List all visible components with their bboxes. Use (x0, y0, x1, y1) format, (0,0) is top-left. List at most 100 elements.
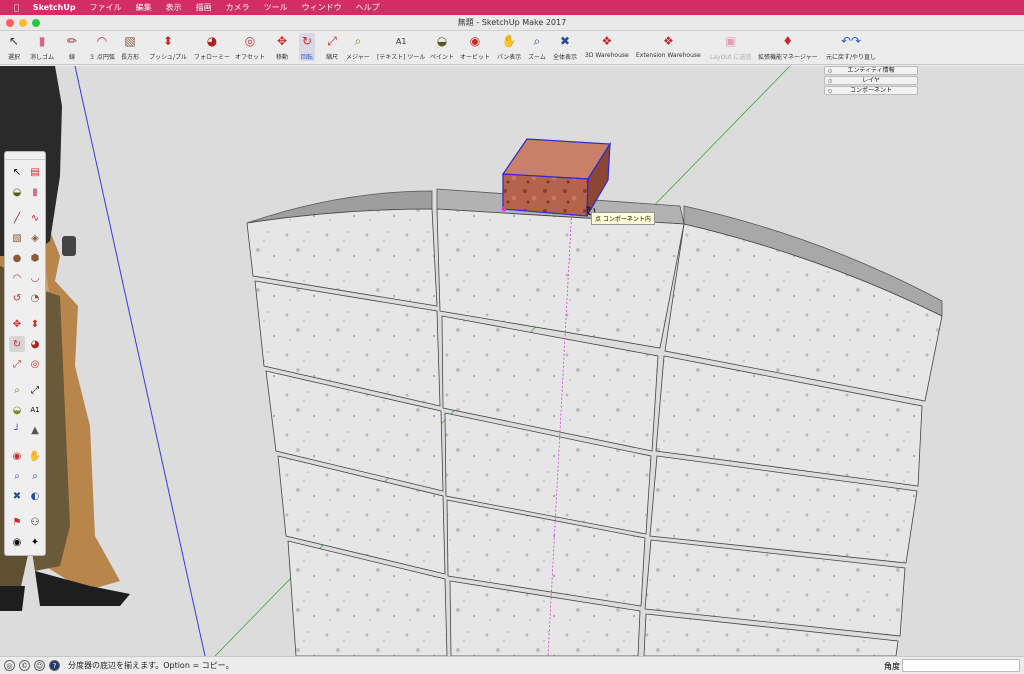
palette-zoom-window-icon[interactable]: ⌕ (27, 468, 43, 484)
palette-polygon-icon[interactable]: ⬢ (27, 250, 43, 266)
follow-me-icon: ◕ (206, 34, 218, 48)
toolbar-tape-measure[interactable]: ⌕ メジャー (346, 33, 370, 62)
credits-icon[interactable]: © (19, 660, 30, 671)
toolbar-zoom[interactable]: ⌕ ズーム (528, 33, 546, 62)
palette-offset-icon[interactable]: ◎ (27, 356, 43, 372)
close-window-button[interactable] (6, 19, 14, 27)
palette-3pt-arc-icon[interactable]: ↺ (9, 290, 25, 306)
toolbar-zoom-extents[interactable]: ✖ 全体表示 (553, 33, 577, 61)
palette-rectangle-icon[interactable]: ▧ (9, 230, 25, 246)
toolbar-layout-send[interactable]: ▣ LayOut に送信 (710, 33, 751, 61)
toolbar-push-pull[interactable]: ⬍ プッシュ/プル (149, 33, 187, 61)
toolbar-scale[interactable]: ⤢ 縮尺 (324, 33, 340, 62)
main-toolbar: ↖ 選択 ▮ 消しゴム ✏ 線 ◠ ３ 点円弧 ▧ 長方形 ⬍ プッシュ/プル ◕ フォローミ… (0, 31, 1024, 65)
zoom-window-button[interactable] (32, 19, 40, 27)
toolbar-extension-manager[interactable]: ♦ 拡張機能マネージャー (758, 33, 818, 61)
menu-app-name[interactable]: SketchUp (33, 3, 76, 12)
menu-window[interactable]: ウィンドウ (302, 2, 342, 13)
menu-draw[interactable]: 描画 (196, 2, 212, 13)
menu-help[interactable]: ヘルプ (356, 2, 380, 13)
scene-canvas[interactable]: ↻ (0, 66, 1024, 656)
palette-tape-measure-icon[interactable]: ⌕ (9, 382, 25, 398)
palette-paint-icon[interactable]: ◒ (9, 184, 25, 200)
rotate-icon: ↻ (301, 34, 313, 48)
account-icon[interactable]: ☺ (34, 660, 45, 671)
palette-look-around-icon[interactable]: ◉ (9, 534, 25, 550)
palette-pie-icon[interactable]: ◔ (27, 290, 43, 306)
arc-icon: ◠ (96, 34, 108, 48)
palette-orbit-icon[interactable]: ◉ (9, 448, 25, 464)
palette-rotate-icon[interactable]: ↻ (9, 336, 25, 352)
palette-freehand-icon[interactable]: ∿ (27, 210, 43, 226)
text-tool-icon: A1 (395, 36, 407, 46)
palette-line-icon[interactable]: ╱ (9, 210, 25, 226)
palette-zoom-extents-icon[interactable]: ✖ (9, 488, 25, 504)
palette-2pt-arc-icon[interactable]: ◡ (27, 270, 43, 286)
tray-entity-info[interactable]: エンティティ情報 (824, 66, 918, 75)
model-viewport[interactable]: ↻ 点 コンポーネント内 エンティティ情報 レイヤ コンポーネント ↖ ▤ ◒ … (0, 66, 1024, 656)
palette-scale-icon[interactable]: ⤢ (9, 356, 25, 372)
toolbar-follow-me[interactable]: ◕ フォローミー (194, 33, 230, 61)
palette-follow-me-icon[interactable]: ◕ (27, 336, 43, 352)
palette-handle[interactable] (5, 152, 45, 160)
tape-measure-icon: ⌕ (354, 33, 362, 48)
default-tray: エンティティ情報 レイヤ コンポーネント (824, 66, 918, 96)
toolbar-rotate[interactable]: ↻ 回転 (299, 33, 315, 61)
layout-send-icon: ▣ (725, 34, 737, 48)
menu-file[interactable]: ファイル (90, 2, 122, 13)
toolbar-pan[interactable]: ✋ パン表示 (497, 33, 521, 61)
toolbar-eraser[interactable]: ▮ 消しゴム (30, 33, 54, 61)
apple-menu-icon[interactable]:  (14, 3, 19, 12)
palette-move-icon[interactable]: ✥ (9, 316, 25, 332)
palette-push-pull-icon[interactable]: ⬍ (27, 316, 43, 332)
palette-select-icon[interactable]: ↖ (9, 164, 25, 180)
palette-position-camera-icon[interactable]: ⚑ (9, 514, 25, 530)
palette-pan-icon[interactable]: ✋ (27, 448, 43, 464)
toolbar-arc[interactable]: ◠ ３ 点円弧 (89, 33, 115, 61)
toolbar-orbit[interactable]: ◉ オービット (460, 33, 490, 61)
menu-edit[interactable]: 編集 (136, 2, 152, 13)
palette-eraser-icon[interactable]: ▮ (27, 184, 43, 200)
zoom-extents-icon: ✖ (559, 34, 571, 48)
measurements-box[interactable] (902, 659, 1020, 672)
toolbar-offset[interactable]: ◎ オフセット (235, 33, 265, 61)
undo-redo-icon: ↶↷ (840, 34, 862, 48)
palette-arc-icon[interactable]: ◠ (9, 270, 25, 286)
palette-zoom-icon[interactable]: ⌕ (9, 468, 25, 484)
orbit-icon: ◉ (469, 34, 481, 48)
toolbar-3d-warehouse[interactable]: ❖ 3D Warehouse (585, 33, 629, 59)
palette-circle-icon[interactable]: ● (9, 250, 25, 266)
toolbar-line[interactable]: ✏ 線 (64, 33, 80, 61)
palette-component-icon[interactable]: ▤ (27, 164, 43, 180)
minimize-window-button[interactable] (19, 19, 27, 27)
menu-camera[interactable]: カメラ (226, 2, 250, 13)
toolbar-select[interactable]: ↖ 選択 (6, 33, 22, 61)
palette-previous-view-icon[interactable]: ◐ (27, 488, 43, 504)
toolbar-undo-redo[interactable]: ↶↷ 元に戻す/やり直し (826, 33, 876, 61)
palette-dimension-icon[interactable]: ⤢ (27, 382, 43, 398)
palette-axes-icon[interactable]: ┘ (9, 422, 25, 438)
palette-section-plane-icon[interactable]: ✦ (27, 534, 43, 550)
geolocation-icon[interactable]: ◎ (4, 660, 15, 671)
tool-palette[interactable]: ↖ ▤ ◒ ▮ ╱ ∿ ▧ ◈ ● ⬢ ◠ ◡ ↺ ◔ ✥ ⬍ ↻ ◕ ⤢ ◎ … (4, 151, 46, 556)
inference-tooltip: 点 コンポーネント内 (591, 212, 655, 225)
toolbar-extension-warehouse[interactable]: ❖ Extension Warehouse (636, 33, 701, 59)
window-title: 無題 - SketchUp Make 2017 (457, 18, 567, 27)
measurements-label: 角度 (884, 662, 900, 671)
tray-layers[interactable]: レイヤ (824, 76, 918, 85)
palette-walk-icon[interactable]: ⚇ (27, 514, 43, 530)
toolbar-text[interactable]: A1 [テキスト] ツール (377, 33, 425, 62)
palette-rotated-rectangle-icon[interactable]: ◈ (27, 230, 43, 246)
extension-warehouse-icon: ❖ (662, 34, 674, 48)
palette-text-icon[interactable]: A1 (27, 402, 43, 418)
toolbar-rectangle[interactable]: ▧ 長方形 (121, 33, 139, 61)
instructor-icon[interactable]: ? (49, 660, 60, 671)
toolbar-move[interactable]: ✥ 移動 (274, 33, 290, 61)
toolbar-paint[interactable]: ◒ ペイント (430, 33, 454, 61)
menu-tools[interactable]: ツール (264, 2, 288, 13)
palette-3d-text-icon[interactable]: ▲ (27, 422, 43, 438)
palette-protractor-icon[interactable]: ◒ (9, 402, 25, 418)
menu-view[interactable]: 表示 (166, 2, 182, 13)
warehouse-icon: ❖ (601, 34, 613, 48)
tray-components[interactable]: コンポーネント (824, 86, 918, 95)
